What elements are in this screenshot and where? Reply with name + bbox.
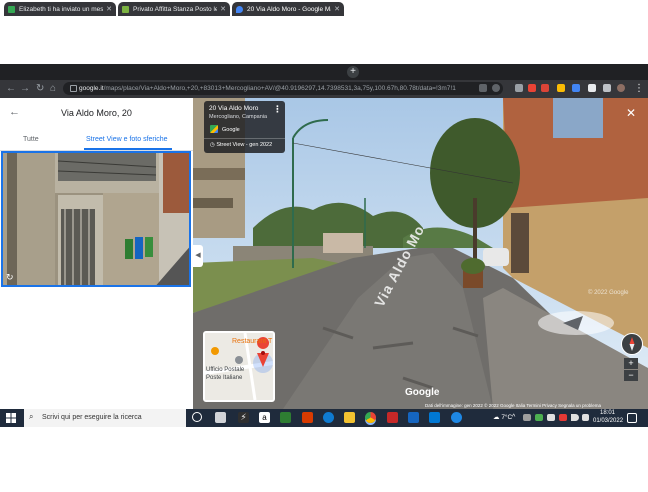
tray-app-icon[interactable] (559, 414, 567, 421)
extension-icon[interactable] (528, 84, 536, 92)
rotate-360-icon: ↻ (6, 272, 14, 282)
chat-favicon-icon (8, 5, 15, 13)
zoom-in-button[interactable]: + (624, 358, 638, 369)
mail-icon[interactable] (429, 412, 440, 423)
puzzle-icon[interactable] (588, 84, 596, 92)
task-view-icon[interactable] (215, 412, 226, 423)
help-icon[interactable] (451, 412, 462, 423)
file-explorer-icon[interactable] (344, 412, 355, 423)
browser-tab-listing[interactable]: Privato Affitta Stanza Posto letto ✕ (118, 2, 230, 16)
app-icon[interactable]: ⚡ (238, 412, 249, 423)
extension-icon[interactable] (557, 84, 565, 92)
url-host: google.it (79, 85, 104, 92)
search-icon: ⌕ (29, 412, 34, 421)
amazon-icon[interactable]: a (259, 412, 270, 423)
collapse-panel-button[interactable]: ◀ (193, 245, 203, 267)
volume-icon[interactable] (582, 414, 589, 421)
tray-app-icon[interactable] (523, 414, 531, 421)
zoom-out-button[interactable]: − (624, 370, 638, 381)
compass-icon[interactable] (621, 333, 643, 355)
close-street-view-icon[interactable]: ✕ (626, 106, 636, 120)
close-tab-icon[interactable]: ✕ (106, 5, 112, 13)
tab-title: 20 Via Aldo Moro - Google Maps (247, 5, 331, 13)
reload-icon[interactable]: ↻ (36, 82, 44, 96)
app-icon[interactable] (387, 412, 398, 423)
clock-date[interactable]: 01/03/2022 (593, 418, 623, 424)
place-title: Via Aldo Moro, 20 (61, 108, 132, 118)
office-icon[interactable] (302, 412, 313, 423)
listing-favicon-icon (122, 5, 129, 13)
battery-icon[interactable] (547, 414, 555, 421)
store-icon[interactable] (280, 412, 291, 423)
taskbar-search-placeholder: Scrivi qui per eseguire la ricerca (42, 414, 142, 421)
security-icon[interactable] (408, 412, 419, 423)
map-label-poste-italiane: Poste Italiane (206, 375, 243, 381)
browser-tab-maps[interactable]: 20 Via Aldo Moro - Google Maps ✕ (232, 2, 344, 16)
url-path: /maps/place/Via+Aldo+Moro,+20,+83013+Mer… (103, 85, 456, 92)
new-tab-button[interactable]: + (347, 66, 359, 78)
weather-temp: 7°C (501, 414, 513, 421)
street-view-thumbnail[interactable] (1, 151, 191, 287)
date-label: Street View - gen 2022 (216, 142, 273, 148)
thumbnail-image (3, 153, 189, 285)
close-tab-icon[interactable]: ✕ (334, 5, 340, 13)
panorama-watermark: © 2022 Google (588, 290, 629, 296)
sidebar-icon[interactable] (603, 84, 611, 92)
tray-chevron-icon[interactable]: ^ (512, 414, 519, 421)
street-view-date-button[interactable]: ◷ Street View - gen 2022 (210, 142, 272, 148)
cortana-icon[interactable] (192, 412, 202, 422)
map-label-restaurant: Restaurant T (232, 338, 273, 345)
address-bar[interactable]: google.it/maps/place/Via+Aldo+Moro,+20,+… (63, 82, 503, 95)
extension-icon[interactable] (515, 84, 523, 92)
more-options-icon[interactable]: ⋮ (273, 104, 282, 115)
edge-icon[interactable] (323, 412, 334, 423)
weather-widget[interactable]: ☁ 7°C (493, 413, 512, 421)
attribution-bar: Dati dell'immagine: gen 2022 © 2022 Goog… (425, 403, 601, 408)
divider (204, 138, 285, 139)
clock-time[interactable]: 18:01 (600, 410, 615, 416)
tab-street-view[interactable]: Street View e foto sferiche (86, 136, 168, 143)
close-tab-icon[interactable]: ✕ (220, 5, 226, 13)
chrome-icon[interactable] (365, 412, 376, 423)
google-logo: Google (405, 387, 440, 398)
maps-favicon-icon (236, 5, 243, 13)
notifications-icon[interactable] (627, 413, 637, 423)
tab-all[interactable]: Tutte (23, 136, 39, 143)
tab-title: Elizabeth ti ha inviato un messaggio (19, 5, 104, 13)
extension-icon[interactable] (541, 84, 549, 92)
map-label-post-office: Ufficio Postale (206, 367, 245, 373)
home-icon[interactable]: ⌂ (50, 82, 56, 96)
tab-title: Privato Affitta Stanza Posto letto (133, 5, 218, 13)
avatar[interactable] (617, 84, 625, 92)
active-tab-indicator (84, 148, 172, 150)
menu-dots-icon[interactable]: ⋮ (634, 82, 644, 96)
lock-icon[interactable] (70, 85, 77, 92)
tray-app-icon[interactable] (535, 414, 543, 421)
bookmark-star-icon[interactable] (492, 84, 500, 92)
browser-tab-messages[interactable]: Elizabeth ti ha inviato un messaggio ✕ (4, 2, 116, 16)
browser-tab-bar (0, 64, 648, 80)
back-icon[interactable]: ← (6, 82, 16, 96)
info-card-subtitle: Mercogliano, Campania (209, 114, 268, 120)
info-card-title: 20 Via Aldo Moro (209, 105, 259, 112)
forward-icon[interactable]: → (20, 82, 30, 96)
extension-icon[interactable] (572, 84, 580, 92)
compass-needle-icon (629, 337, 635, 351)
windows-start-icon[interactable] (6, 413, 16, 423)
wifi-icon[interactable] (571, 414, 579, 421)
google-maps-icon (210, 125, 218, 133)
info-card-brand: Google (222, 127, 240, 133)
share-icon[interactable] (479, 84, 487, 92)
